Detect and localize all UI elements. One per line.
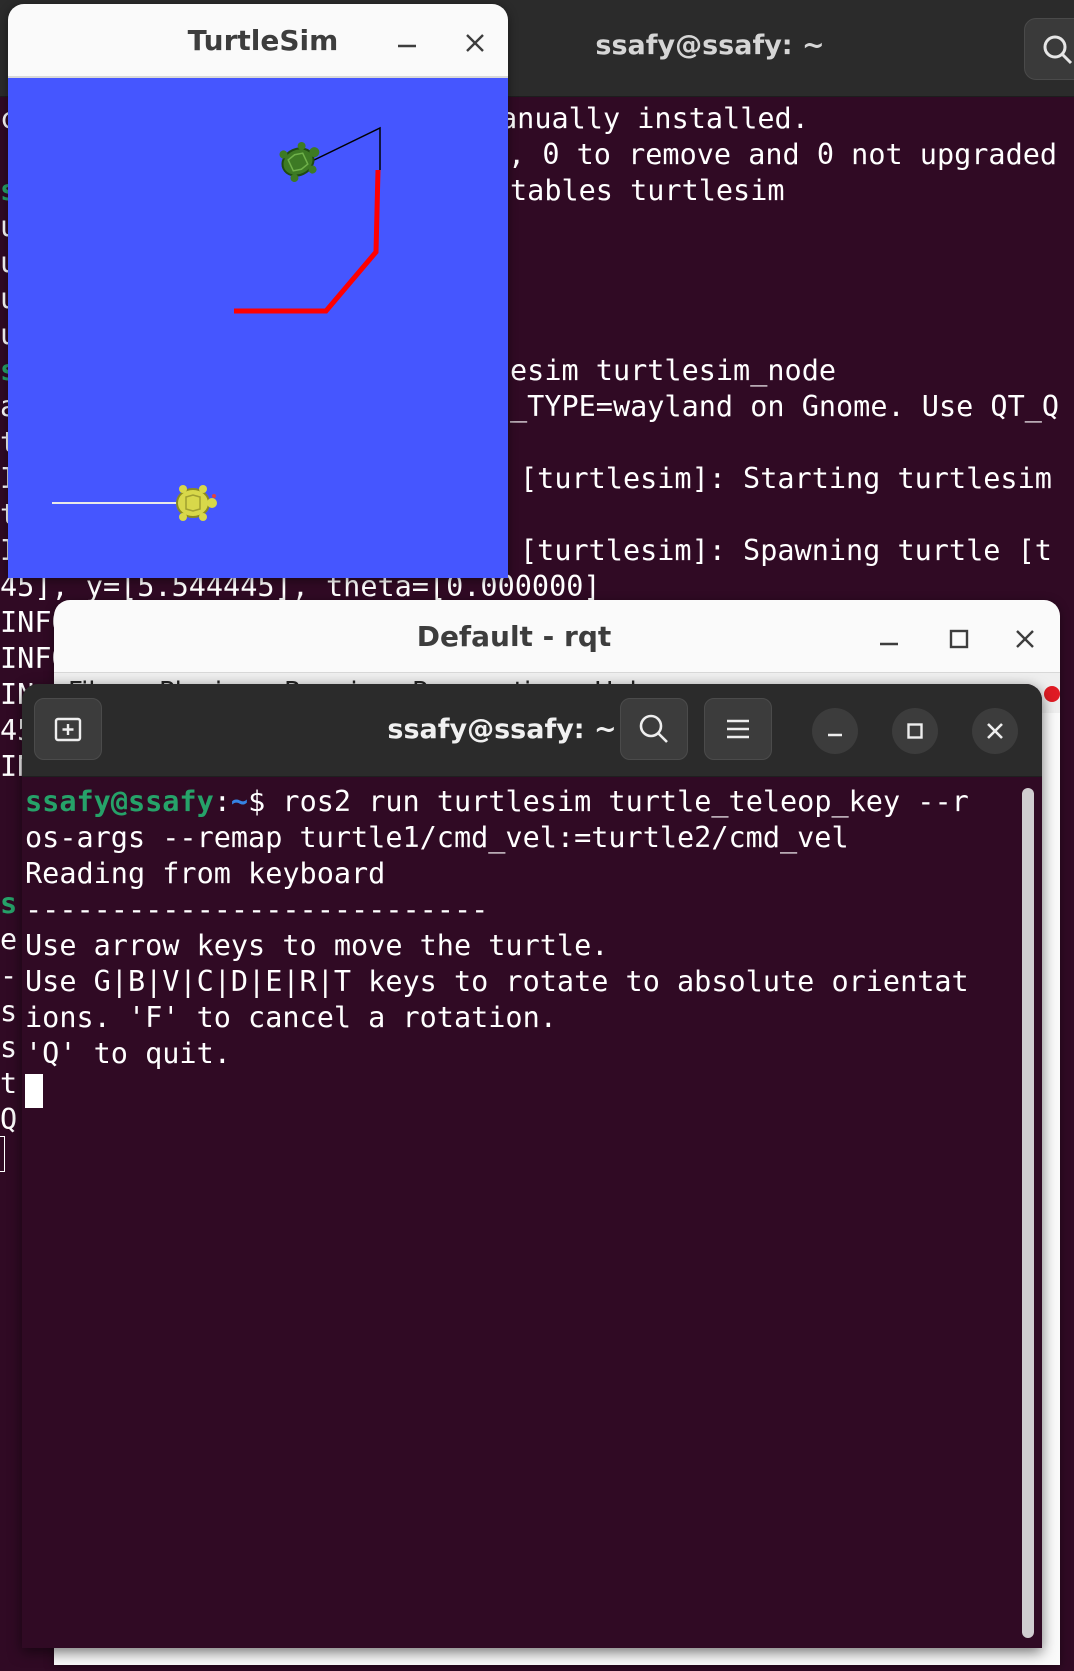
turtle2-sprite — [279, 141, 320, 183]
maximize-icon — [907, 723, 923, 739]
minimize-icon — [398, 44, 416, 48]
prompt-separator: : — [213, 785, 231, 818]
bg-line: [turtlesim]: Starting turtlesim — [520, 462, 1052, 495]
prompt-path: ~ — [230, 785, 249, 818]
minimize-icon — [880, 642, 898, 646]
maximize-icon — [949, 629, 969, 649]
search-icon — [639, 714, 668, 743]
close-icon — [466, 34, 484, 52]
terminal-maximize-button[interactable] — [892, 708, 938, 754]
error-indicator-icon — [1044, 686, 1060, 702]
close-icon — [987, 723, 1003, 739]
rqt-maximize-button[interactable] — [944, 624, 974, 658]
search-icon — [1043, 35, 1073, 65]
bg-edge-char: s — [0, 1031, 18, 1064]
turtle1-sprite — [176, 485, 217, 521]
output-line: Use G|B|V|C|D|E|R|T keys to rotate to ab… — [25, 965, 969, 998]
turtlesim-title: TurtleSim — [187, 24, 339, 57]
bg-line: esim turtlesim_node — [510, 354, 837, 387]
background-terminal-cursor — [0, 1136, 5, 1172]
bg-line: tables turtlesim — [510, 174, 785, 207]
prompt-dollar: $ — [248, 785, 283, 818]
rqt-close-button[interactable] — [1010, 624, 1040, 658]
turtlesim-titlebar[interactable]: TurtleSim — [8, 4, 508, 78]
prompt-user: ssafy@ssafy — [25, 785, 214, 818]
command-text: ros2 run turtlesim turtle_teleop_key --r — [282, 785, 969, 818]
new-tab-button[interactable] — [34, 698, 102, 760]
bg-edge-char: s — [0, 887, 18, 920]
terminal-cursor — [25, 1074, 43, 1108]
terminal-minimize-button[interactable] — [812, 708, 858, 754]
bg-line: _TYPE=wayland on Gnome. Use QT_Q — [510, 390, 1060, 423]
output-line: ions. 'F' to cancel a rotation. — [25, 1001, 557, 1034]
turtlesim-canvas — [8, 78, 508, 578]
thin-pen-trail — [309, 126, 381, 170]
hamburger-menu-icon — [727, 719, 749, 739]
red-pen-trail — [234, 169, 381, 314]
output-line: Reading from keyboard — [25, 857, 386, 890]
rqt-title: Default - rqt — [416, 620, 612, 653]
close-icon — [1016, 630, 1034, 648]
background-terminal-title: ssafy@ssafy: ~ — [595, 30, 825, 61]
bg-line: anually installed. — [500, 102, 809, 135]
command-line: ssafy@ssafy:~$ ros2 run turtlesim turtle… — [25, 784, 969, 820]
bg-line: , 0 to remove and 0 not upgraded — [508, 138, 1058, 171]
rqt-minimize-button[interactable] — [874, 624, 904, 658]
terminal-headerbar[interactable]: ssafy@ssafy: ~ — [22, 684, 1042, 777]
turtlesim-minimize-button[interactable] — [392, 28, 422, 58]
bg-edge-char: e — [0, 923, 18, 956]
output-line: --------------------------- — [25, 893, 489, 926]
terminal-menu-button[interactable] — [704, 698, 772, 760]
minimize-icon — [828, 733, 842, 737]
terminal-search-button[interactable] — [620, 698, 688, 760]
bg-edge-char: s — [0, 995, 18, 1028]
terminal-scrollbar[interactable] — [1022, 788, 1034, 1638]
new-tab-icon — [54, 717, 82, 742]
output-line: 'Q' to quit. — [25, 1037, 231, 1070]
terminal-title: ssafy@ssafy: ~ — [387, 714, 617, 745]
terminal-close-button[interactable] — [972, 708, 1018, 754]
turtlesim-window[interactable]: TurtleSim — [8, 4, 508, 578]
bg-edge-char: t — [0, 1067, 18, 1100]
terminal-window[interactable]: ssafy@ssafy: ~ ssafy@ssafy:~$ ros2 run t… — [22, 684, 1042, 1648]
background-search-button[interactable] — [1024, 18, 1074, 80]
bg-edge-char: - — [0, 959, 18, 992]
bg-edge-char: Q — [0, 1103, 18, 1136]
output-line: Use arrow keys to move the turtle. — [25, 929, 609, 962]
turtlesim-close-button[interactable] — [460, 28, 490, 58]
command-line-continuation: os-args --remap turtle1/cmd_vel:=turtle2… — [25, 821, 849, 854]
bg-line: [turtlesim]: Spawning turtle [t — [520, 534, 1052, 567]
